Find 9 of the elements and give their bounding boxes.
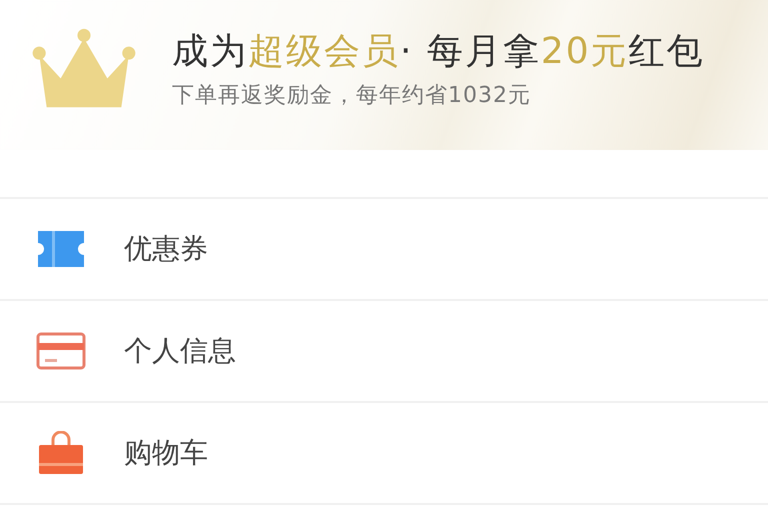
menu-label: 个人信息	[124, 333, 236, 369]
menu-item[interactable]: 购物车	[0, 403, 768, 505]
banner-title: 成为超级会员· 每月拿20元红包	[172, 30, 705, 74]
banner-subtitle: 下单再返奖励金，每年约省1032元	[172, 82, 532, 110]
menu-label: 优惠券	[124, 231, 208, 267]
menu-label: 购物车	[124, 435, 208, 471]
bag-icon	[36, 431, 86, 475]
menu-item[interactable]: 优惠券	[0, 199, 768, 301]
menu-item[interactable]: 个人信息	[0, 301, 768, 403]
